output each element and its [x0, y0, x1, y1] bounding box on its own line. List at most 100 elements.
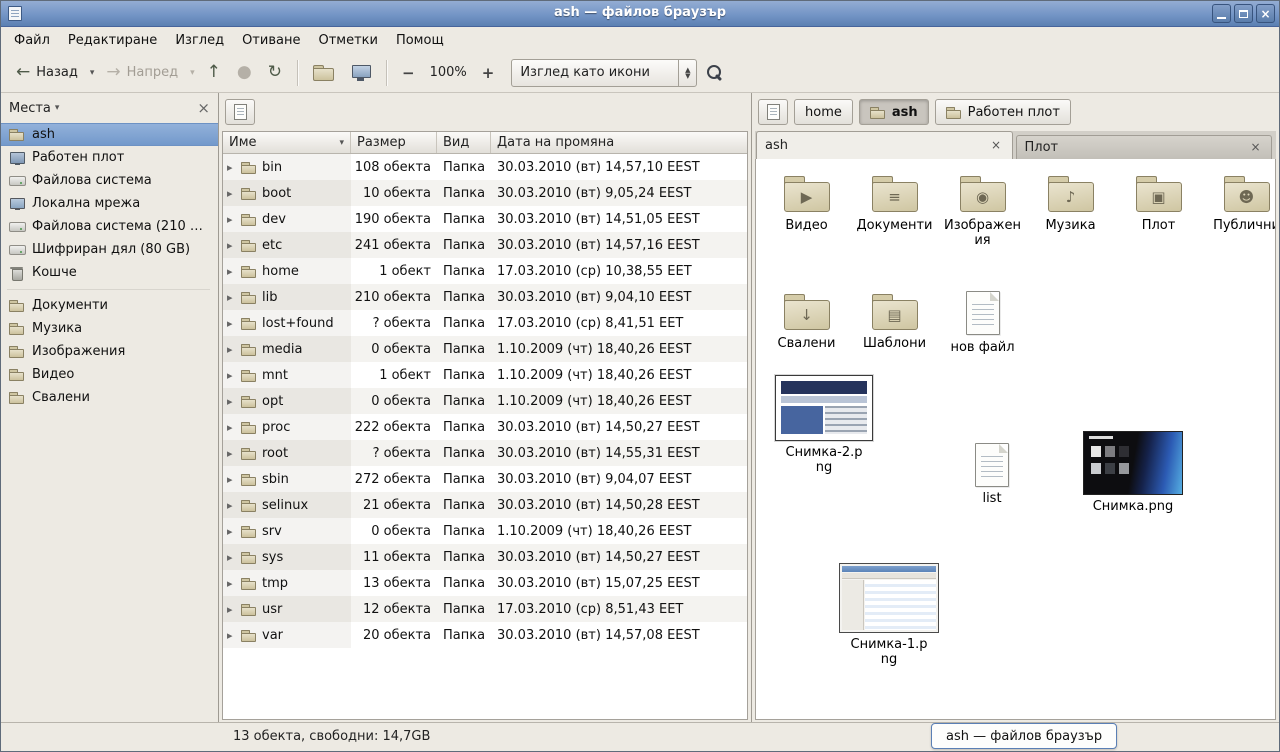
icon-item[interactable]: ↓Свалени [764, 291, 849, 356]
minimize-button[interactable] [1212, 4, 1231, 23]
table-row[interactable]: ▸lib210 обектаПапка30.03.2010 (вт) 9,04,… [223, 284, 747, 310]
column-header-date[interactable]: Дата на промяна [491, 132, 747, 153]
expander-icon[interactable]: ▸ [227, 265, 237, 278]
table-row[interactable]: ▸mnt1 обектПапка1.10.2009 (чт) 18,40,26 … [223, 362, 747, 388]
computer-button[interactable] [344, 60, 378, 86]
expander-icon[interactable]: ▸ [227, 161, 237, 174]
table-row[interactable]: ▸bin108 обектаПапка30.03.2010 (вт) 14,57… [223, 154, 747, 180]
column-header-type[interactable]: Вид [437, 132, 491, 153]
menu-item[interactable]: Файл [5, 30, 59, 51]
sidebar-item[interactable]: Работен плот [1, 146, 218, 169]
places-dropdown-icon[interactable]: ▾ [55, 103, 60, 113]
expander-icon[interactable]: ▸ [227, 187, 237, 200]
sidebar-item[interactable]: Локална мрежа [1, 192, 218, 215]
column-header-name[interactable]: Име ▾ [223, 132, 351, 153]
icon-item[interactable]: ◉Изображения [940, 173, 1025, 248]
reload-button[interactable]: ↻ [261, 60, 289, 85]
tab-close-button[interactable]: × [989, 138, 1004, 153]
up-button[interactable]: ↑ [200, 60, 228, 85]
pathbar-pane-button[interactable] [758, 99, 788, 125]
icon-item[interactable]: ≡Документи [852, 173, 937, 248]
menu-item[interactable]: Изглед [166, 30, 233, 51]
table-row[interactable]: ▸tmp13 обектаПапка30.03.2010 (вт) 15,07,… [223, 570, 747, 596]
expander-icon[interactable]: ▸ [227, 629, 237, 642]
table-row[interactable]: ▸selinux21 обектаПапка30.03.2010 (вт) 14… [223, 492, 747, 518]
tab-ash[interactable]: ash × [756, 131, 1013, 159]
table-row[interactable]: ▸usr12 обектаПапка17.03.2010 (ср) 8,51,4… [223, 596, 747, 622]
sidebar-item[interactable]: Изображения [1, 340, 218, 363]
expander-icon[interactable]: ▸ [227, 525, 237, 538]
zoom-in-button[interactable]: + [475, 61, 502, 85]
location-toggle-button[interactable] [225, 99, 255, 125]
search-button[interactable] [699, 59, 730, 86]
menu-item[interactable]: Помощ [387, 30, 453, 51]
table-row[interactable]: ▸lost+found? обектаПапка17.03.2010 (ср) … [223, 310, 747, 336]
table-row[interactable]: ▸root? обектаПапка30.03.2010 (вт) 14,55,… [223, 440, 747, 466]
tab-desktop[interactable]: Плот × [1016, 135, 1273, 159]
expander-icon[interactable]: ▸ [227, 603, 237, 616]
forward-button[interactable]: → Напред [99, 60, 185, 85]
titlebar[interactable]: ash — файлов браузър × [1, 1, 1279, 27]
view-mode-spinner-icon[interactable]: ▲▼ [678, 60, 696, 86]
close-button[interactable]: × [1256, 4, 1275, 23]
icon-item[interactable]: ♪Музика [1028, 173, 1113, 248]
expander-icon[interactable]: ▸ [227, 447, 237, 460]
expander-icon[interactable]: ▸ [227, 239, 237, 252]
places-title[interactable]: Места [9, 101, 51, 116]
expander-icon[interactable]: ▸ [227, 577, 237, 590]
table-row[interactable]: ▸sys11 обектаПапка30.03.2010 (вт) 14,50,… [223, 544, 747, 570]
menu-item[interactable]: Отметки [309, 30, 386, 51]
sidebar-item[interactable]: ash [1, 123, 218, 146]
expander-icon[interactable]: ▸ [227, 499, 237, 512]
icon-item[interactable]: ☻Публични [1204, 173, 1276, 248]
icon-item[interactable]: ▶Видео [764, 173, 849, 248]
icon-item[interactable]: Снимка.png [1078, 431, 1188, 515]
stop-button[interactable]: ● [230, 60, 259, 85]
expander-icon[interactable]: ▸ [227, 369, 237, 382]
icon-item[interactable]: ▤Шаблони [852, 291, 937, 356]
table-row[interactable]: ▸opt0 обектаПапка1.10.2009 (чт) 18,40,26… [223, 388, 747, 414]
view-mode-select[interactable]: Изглед като икони ▲▼ [511, 59, 697, 87]
menu-item[interactable]: Редактиране [59, 30, 166, 51]
sidebar-item[interactable]: Документи [1, 294, 218, 317]
table-row[interactable]: ▸boot10 обектаПапка30.03.2010 (вт) 9,05,… [223, 180, 747, 206]
sidebar-item[interactable]: Файлова система [1, 169, 218, 192]
expander-icon[interactable]: ▸ [227, 343, 237, 356]
back-history-dropdown[interactable]: ▾ [87, 64, 98, 82]
breadcrumb-desktop[interactable]: Работен плот [935, 99, 1071, 125]
column-header-size[interactable]: Размер [351, 132, 437, 153]
table-row[interactable]: ▸etc241 обектаПапка30.03.2010 (вт) 14,57… [223, 232, 747, 258]
back-button[interactable]: ← Назад [9, 60, 85, 85]
table-row[interactable]: ▸var20 обектаПапка30.03.2010 (вт) 14,57,… [223, 622, 747, 648]
forward-history-dropdown[interactable]: ▾ [187, 64, 198, 82]
icon-item[interactable]: нов файл [940, 291, 1025, 356]
zoom-out-button[interactable]: − [395, 61, 422, 85]
breadcrumb-home[interactable]: home [794, 99, 853, 125]
expander-icon[interactable]: ▸ [227, 213, 237, 226]
expander-icon[interactable]: ▸ [227, 395, 237, 408]
icon-item[interactable]: Снимка-1.png [834, 563, 944, 667]
tab-close-button[interactable]: × [1248, 140, 1263, 155]
table-row[interactable]: ▸media0 обектаПапка1.10.2009 (чт) 18,40,… [223, 336, 747, 362]
expander-icon[interactable]: ▸ [227, 291, 237, 304]
table-row[interactable]: ▸home1 обектПапка17.03.2010 (ср) 10,38,5… [223, 258, 747, 284]
breadcrumb-ash[interactable]: ash [859, 99, 929, 125]
expander-icon[interactable]: ▸ [227, 317, 237, 330]
sidebar-item[interactable]: Видео [1, 363, 218, 386]
menu-item[interactable]: Отиване [233, 30, 309, 51]
icon-view[interactable]: ▶Видео≡Документи◉Изображения♪Музика▣Плот… [755, 159, 1276, 720]
sidebar-item[interactable]: Файлова система (210 MB) [1, 215, 218, 238]
expander-icon[interactable]: ▸ [227, 421, 237, 434]
table-row[interactable]: ▸srv0 обектаПапка1.10.2009 (чт) 18,40,26… [223, 518, 747, 544]
sidebar-close-button[interactable]: × [197, 102, 210, 115]
icon-item[interactable]: list [956, 443, 1028, 507]
maximize-button[interactable] [1234, 4, 1253, 23]
icon-item[interactable]: ▣Плот [1116, 173, 1201, 248]
table-row[interactable]: ▸sbin272 обектаПапка30.03.2010 (вт) 9,04… [223, 466, 747, 492]
home-button[interactable] [306, 60, 342, 86]
expander-icon[interactable]: ▸ [227, 473, 237, 486]
sidebar-item[interactable]: Музика [1, 317, 218, 340]
icon-item[interactable]: Снимка-2.png [772, 375, 876, 475]
table-row[interactable]: ▸proc222 обектаПапка30.03.2010 (вт) 14,5… [223, 414, 747, 440]
sidebar-item[interactable]: Шифриран дял (80 GB) [1, 238, 218, 261]
